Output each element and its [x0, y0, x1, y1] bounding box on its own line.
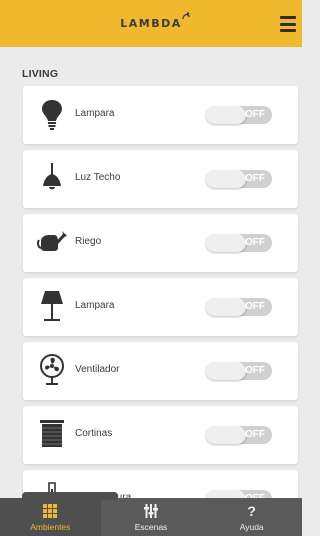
logo-swirl-icon — [182, 12, 190, 20]
tab-ayuda[interactable]: ? Ayuda — [201, 498, 302, 536]
app-logo: LAMBDA — [120, 12, 190, 30]
fan-icon — [40, 354, 64, 385]
device-toggle[interactable]: OFF — [206, 234, 272, 252]
device-toggle[interactable]: OFF — [206, 426, 272, 444]
tab-escenas[interactable]: Escenas — [101, 498, 202, 536]
device-list: Lampara OFF Luz Techo OFF Riego OFF Lamp… — [23, 86, 298, 534]
device-card-ventilador[interactable]: Ventilador OFF — [23, 342, 298, 400]
device-toggle[interactable]: OFF — [206, 106, 272, 124]
menu-icon-line — [280, 29, 296, 32]
toggle-knob — [206, 426, 246, 444]
tab-label: Escenas — [134, 521, 168, 532]
tab-label: Ayuda — [239, 521, 264, 532]
device-label: Riego — [75, 236, 102, 247]
section-title: LIVING — [22, 68, 59, 80]
device-toggle[interactable]: OFF — [206, 170, 272, 188]
logo-text: LAMBDA — [120, 17, 182, 30]
bulb-icon — [42, 100, 62, 130]
device-label: Luz Techo — [75, 172, 121, 183]
device-card-lampara-pie[interactable]: Lampara OFF — [23, 278, 298, 336]
top-bar: LAMBDA — [0, 0, 302, 47]
device-label: Lampara — [75, 300, 115, 311]
device-toggle[interactable]: OFF — [206, 298, 272, 316]
toggle-knob — [206, 106, 246, 124]
blinds-icon — [40, 420, 64, 447]
watering-can-icon — [37, 231, 67, 251]
toggle-state: OFF — [245, 237, 265, 248]
menu-icon-line — [280, 16, 296, 19]
toggle-state: OFF — [245, 173, 265, 184]
toggle-state: OFF — [245, 301, 265, 312]
sliders-icon — [144, 503, 158, 520]
device-toggle[interactable]: OFF — [206, 362, 272, 380]
toggle-knob — [206, 234, 246, 252]
ceiling-light-icon — [43, 163, 61, 190]
device-label: Lampara — [75, 108, 115, 119]
device-card-lampara[interactable]: Lampara OFF — [23, 86, 298, 144]
device-card-riego[interactable]: Riego OFF — [23, 214, 298, 272]
toggle-knob — [206, 298, 246, 316]
device-card-luz-techo[interactable]: Luz Techo OFF — [23, 150, 298, 208]
menu-icon-line — [280, 22, 296, 26]
toggle-state: OFF — [245, 365, 265, 376]
tab-ambientes[interactable]: Ambientes — [0, 492, 118, 536]
device-label: Cortinas — [75, 428, 113, 439]
toggle-state: OFF — [245, 429, 265, 440]
device-label: Ventilador — [75, 364, 120, 375]
menu-button[interactable] — [280, 16, 296, 32]
help-icon: ? — [247, 502, 256, 519]
toggle-knob — [206, 362, 246, 380]
toggle-state: OFF — [245, 109, 265, 120]
tab-label: Ambientes — [30, 521, 71, 532]
floor-lamp-icon — [41, 291, 63, 321]
grid-icon — [43, 503, 58, 520]
bottom-nav: Ambientes Escenas ? Ayuda — [0, 492, 302, 536]
toggle-knob — [206, 170, 246, 188]
device-card-cortinas[interactable]: Cortinas OFF — [23, 406, 298, 464]
